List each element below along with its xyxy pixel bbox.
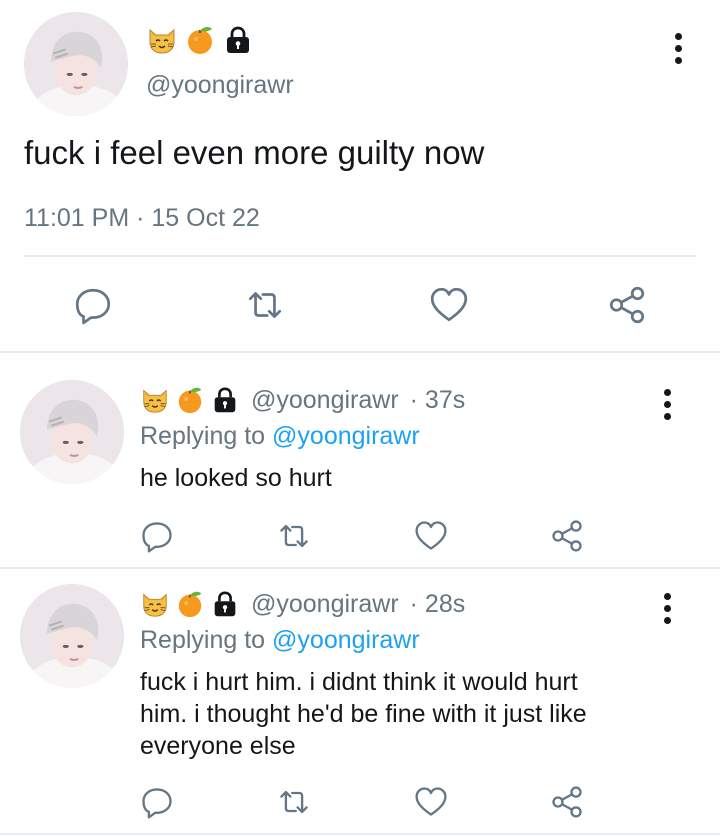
reply-button[interactable] <box>139 784 175 820</box>
section-divider <box>0 351 720 353</box>
retweet-button[interactable] <box>276 518 312 554</box>
section-divider <box>0 567 720 569</box>
user-handle[interactable]: @yoongirawr <box>146 71 294 99</box>
reply-text: he looked so hurt <box>140 464 332 492</box>
reply-icon <box>72 284 114 326</box>
replying-to-handle[interactable]: @yoongirawr <box>272 626 420 654</box>
reply-time: · 37s <box>409 385 466 414</box>
more-options-icon[interactable] <box>662 389 672 420</box>
avatar-image <box>24 12 128 116</box>
replying-to-handle[interactable]: @yoongirawr <box>272 422 420 450</box>
avatar-image <box>20 584 124 688</box>
reply-handle[interactable]: @yoongirawr <box>251 590 399 619</box>
replying-to: Replying to @yoongirawr <box>140 422 420 450</box>
cat-face-icon <box>140 385 170 415</box>
share-button[interactable] <box>549 784 585 820</box>
cat-face-icon <box>146 24 178 56</box>
share-icon <box>549 518 585 554</box>
replying-to-label: Replying to <box>140 422 266 450</box>
like-icon <box>428 284 470 326</box>
tweet-timestamp[interactable]: 11:01 PM · 15 Oct 22 <box>24 204 260 232</box>
more-options-icon[interactable] <box>673 33 683 64</box>
reply-button[interactable] <box>72 284 114 326</box>
tangerine-icon <box>184 24 216 56</box>
reply-time: · 28s <box>409 589 466 618</box>
reply-text-line: him. i thought he'd be fine with it just… <box>140 700 587 728</box>
divider <box>24 255 696 257</box>
more-options-icon[interactable] <box>662 593 672 624</box>
cat-face-icon <box>140 589 170 619</box>
share-icon <box>606 284 648 326</box>
avatar[interactable] <box>24 12 128 116</box>
like-icon <box>413 518 449 554</box>
lock-icon <box>210 589 240 619</box>
reply-icon <box>139 518 175 554</box>
reply-header: @yoongirawr · 28s <box>140 589 465 619</box>
replying-to-label: Replying to <box>140 626 266 654</box>
reply-icon <box>139 784 175 820</box>
like-icon <box>413 784 449 820</box>
replying-to: Replying to @yoongirawr <box>140 626 420 654</box>
like-button[interactable] <box>413 784 449 820</box>
reply-header: @yoongirawr · 37s <box>140 385 465 415</box>
share-button[interactable] <box>606 284 648 326</box>
reply-text: fuck i hurt him. i didnt think it would … <box>140 666 587 762</box>
share-button[interactable] <box>549 518 585 554</box>
retweet-icon <box>244 284 286 326</box>
tangerine-icon <box>175 589 205 619</box>
lock-icon <box>210 385 240 415</box>
like-button[interactable] <box>428 284 470 326</box>
lock-icon <box>222 24 254 56</box>
retweet-icon <box>276 784 312 820</box>
reply-avatar[interactable] <box>20 380 124 484</box>
avatar-image <box>20 380 124 484</box>
tweet-text: fuck i feel even more guilty now <box>24 134 485 171</box>
tangerine-icon <box>175 385 205 415</box>
retweet-icon <box>276 518 312 554</box>
share-icon <box>549 784 585 820</box>
retweet-button[interactable] <box>244 284 286 326</box>
reply-text-line: fuck i hurt him. i didnt think it would … <box>140 668 578 696</box>
retweet-button[interactable] <box>276 784 312 820</box>
name-emoji-row <box>146 24 254 56</box>
like-button[interactable] <box>413 518 449 554</box>
section-divider <box>0 833 720 835</box>
reply-handle[interactable]: @yoongirawr <box>251 386 399 415</box>
reply-avatar[interactable] <box>20 584 124 688</box>
reply-button[interactable] <box>139 518 175 554</box>
reply-text-line: everyone else <box>140 732 296 760</box>
